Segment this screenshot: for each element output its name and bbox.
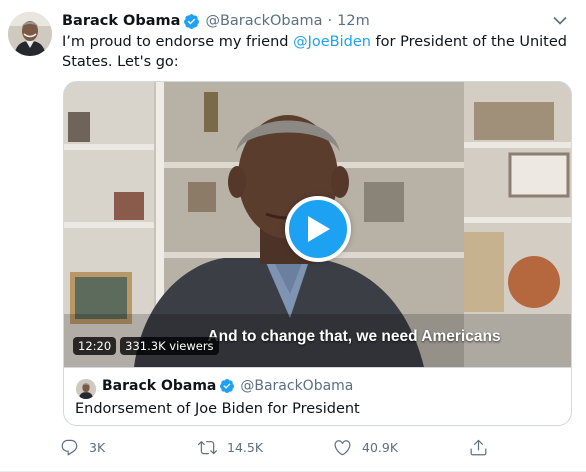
play-icon (308, 216, 330, 242)
reply-icon (61, 439, 78, 456)
quoted-author-handle: @BarackObama (240, 378, 354, 394)
quoted-header: Barack Obama @BarackObama (102, 378, 353, 394)
retweet-icon (198, 441, 217, 455)
quoted-source[interactable]: Barack Obama @BarackObama Endorsement of… (64, 367, 571, 425)
retweet-button[interactable]: 14.5K (198, 438, 263, 457)
quoted-author-name: Barack Obama (102, 378, 217, 394)
mention-link[interactable]: @JoeBiden (293, 34, 371, 50)
separator-dot: · (327, 13, 333, 29)
author-handle[interactable]: @BarackObama (205, 13, 322, 29)
media-card: And to change that, we need Americans 12… (63, 81, 572, 426)
reply-button[interactable]: 3K (60, 438, 105, 457)
avatar[interactable] (8, 12, 52, 56)
video-player[interactable]: And to change that, we need Americans 12… (64, 82, 571, 367)
viewers-badge: 331.3K viewers (120, 337, 219, 355)
author-name[interactable]: Barack Obama (62, 13, 180, 29)
heart-icon (334, 440, 351, 456)
verified-badge-icon (219, 378, 235, 394)
reply-count: 3K (89, 440, 106, 455)
quoted-avatar (76, 379, 96, 399)
retweet-count: 14.5K (227, 440, 264, 455)
tweet[interactable]: Barack Obama @BarackObama · 12m I’m prou… (0, 0, 586, 472)
tweet-header: Barack Obama @BarackObama · 12m (62, 11, 370, 31)
tweet-text: I’m proud to endorse my friend @JoeBiden… (62, 32, 568, 72)
duration-badge: 12:20 (73, 337, 117, 355)
timestamp[interactable]: 12m (337, 13, 370, 29)
like-count: 40.9K (362, 440, 399, 455)
quoted-title: Endorsement of Joe Biden for President (75, 401, 360, 417)
chevron-down-icon[interactable] (550, 12, 570, 28)
share-icon (470, 439, 487, 456)
video-badges: 12:20 331.3K viewers (73, 337, 219, 355)
tweet-text-start: I’m proud to endorse my friend (62, 34, 294, 50)
share-button[interactable] (469, 438, 488, 457)
action-bar: 3K 14.5K 40.9K (60, 438, 520, 460)
like-button[interactable]: 40.9K (333, 438, 398, 457)
play-button[interactable] (285, 196, 351, 262)
verified-badge-icon (183, 13, 200, 30)
